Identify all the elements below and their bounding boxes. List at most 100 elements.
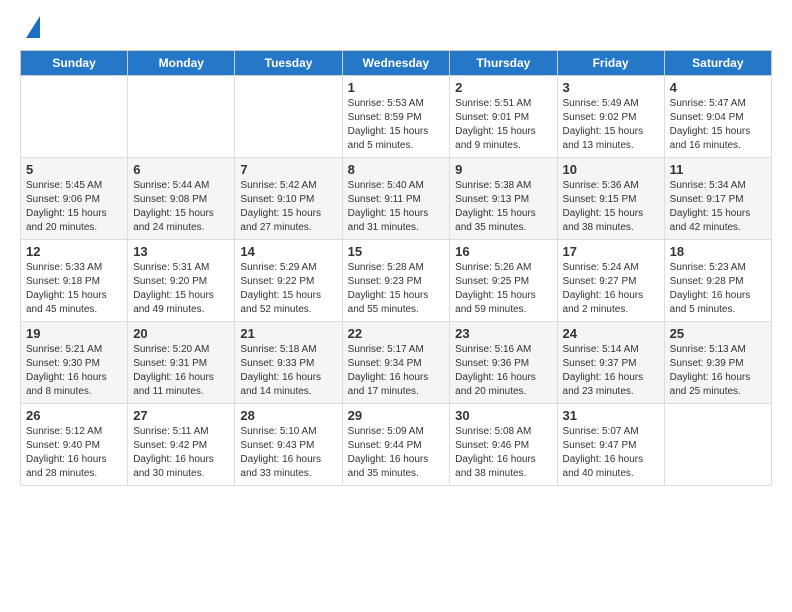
day-number: 13 [133,244,229,259]
calendar-day-cell: 12 Sunrise: 5:33 AM Sunset: 9:18 PM Dayli… [21,240,128,322]
calendar-day-cell: 11Sunrise: 5:34 AM Sunset: 9:17 PM Dayli… [664,158,771,240]
day-number: 14 [240,244,336,259]
calendar-day-cell [235,76,342,158]
day-of-week-header: Saturday [664,51,771,76]
day-info: Sunrise: 5:20 AM Sunset: 9:31 PM Dayligh… [133,343,229,399]
day-number: 7 [240,162,336,177]
calendar-day-cell: 17 Sunrise: 5:24 AM Sunset: 9:27 PM Dayli… [557,240,664,322]
day-of-week-header: Thursday [450,51,557,76]
day-number: 8 [348,162,445,177]
calendar-week-row: 19 Sunrise: 5:21 AM Sunset: 9:30 PM Dayli… [21,322,772,404]
day-number: 15 [348,244,445,259]
day-number: 27 [133,408,229,423]
day-info: Sunrise: 5:21 AM Sunset: 9:30 PM Dayligh… [26,343,122,399]
day-info: Sunrise: 5:47 AM Sunset: 9:04 PM Dayligh… [670,97,766,153]
day-info: Sunrise: 5:12 AM Sunset: 9:40 PM Dayligh… [26,425,122,481]
calendar-day-cell: 15 Sunrise: 5:28 AM Sunset: 9:23 PM Dayli… [342,240,450,322]
calendar-day-cell: 7 Sunrise: 5:42 AM Sunset: 9:10 PM Daylig… [235,158,342,240]
calendar-day-cell: 9 Sunrise: 5:38 AM Sunset: 9:13 PM Daylig… [450,158,557,240]
day-number: 21 [240,326,336,341]
day-number: 31 [563,408,659,423]
calendar-day-cell: 8 Sunrise: 5:40 AM Sunset: 9:11 PM Daylig… [342,158,450,240]
day-info: Sunrise: 5:40 AM Sunset: 9:11 PM Dayligh… [348,179,445,235]
day-number: 28 [240,408,336,423]
calendar-day-cell [21,76,128,158]
day-number: 26 [26,408,122,423]
calendar-day-cell [128,76,235,158]
calendar-day-cell: 30 Sunrise: 5:08 AM Sunset: 9:46 PM Dayli… [450,404,557,486]
day-info: Sunrise: 5:28 AM Sunset: 9:23 PM Dayligh… [348,261,445,317]
day-number: 24 [563,326,659,341]
day-info: Sunrise: 5:23 AM Sunset: 9:28 PM Dayligh… [670,261,766,317]
calendar-day-cell: 4 Sunrise: 5:47 AM Sunset: 9:04 PM Daylig… [664,76,771,158]
day-number: 25 [670,326,766,341]
calendar-day-cell: 13 Sunrise: 5:31 AM Sunset: 9:20 PM Dayli… [128,240,235,322]
day-info: Sunrise: 5:53 AM Sunset: 8:59 PM Dayligh… [348,97,445,153]
day-number: 6 [133,162,229,177]
day-info: Sunrise: 5:11 AM Sunset: 9:42 PM Dayligh… [133,425,229,481]
calendar-day-cell [664,404,771,486]
day-info: Sunrise: 5:09 AM Sunset: 9:44 PM Dayligh… [348,425,445,481]
day-number: 9 [455,162,551,177]
calendar-day-cell: 29 Sunrise: 5:09 AM Sunset: 9:44 PM Dayli… [342,404,450,486]
day-info: Sunrise: 5:42 AM Sunset: 9:10 PM Dayligh… [240,179,336,235]
day-number: 12 [26,244,122,259]
day-info: Sunrise: 5:44 AM Sunset: 9:08 PM Dayligh… [133,179,229,235]
calendar-day-cell: 28 Sunrise: 5:10 AM Sunset: 9:43 PM Dayli… [235,404,342,486]
day-of-week-header: Wednesday [342,51,450,76]
day-number: 16 [455,244,551,259]
calendar-day-cell: 1 Sunrise: 5:53 AM Sunset: 8:59 PM Daylig… [342,76,450,158]
day-info: Sunrise: 5:51 AM Sunset: 9:01 PM Dayligh… [455,97,551,153]
logo [20,16,40,38]
calendar-week-row: 5 Sunrise: 5:45 AM Sunset: 9:06 PM Daylig… [21,158,772,240]
day-info: Sunrise: 5:45 AM Sunset: 9:06 PM Dayligh… [26,179,122,235]
logo-triangle-icon [26,16,40,38]
calendar-day-cell: 27 Sunrise: 5:11 AM Sunset: 9:42 PM Dayli… [128,404,235,486]
day-info: Sunrise: 5:34 AM Sunset: 9:17 PM Dayligh… [670,179,766,235]
day-number: 20 [133,326,229,341]
day-info: Sunrise: 5:29 AM Sunset: 9:22 PM Dayligh… [240,261,336,317]
day-info: Sunrise: 5:49 AM Sunset: 9:02 PM Dayligh… [563,97,659,153]
calendar-day-cell: 31 Sunrise: 5:07 AM Sunset: 9:47 PM Dayli… [557,404,664,486]
day-number: 17 [563,244,659,259]
day-info: Sunrise: 5:08 AM Sunset: 9:46 PM Dayligh… [455,425,551,481]
day-number: 10 [563,162,659,177]
day-number: 23 [455,326,551,341]
calendar-day-cell: 3Sunrise: 5:49 AM Sunset: 9:02 PM Daylig… [557,76,664,158]
calendar-day-cell: 21 Sunrise: 5:18 AM Sunset: 9:33 PM Dayli… [235,322,342,404]
day-of-week-header: Friday [557,51,664,76]
day-number: 30 [455,408,551,423]
day-of-week-header: Sunday [21,51,128,76]
header [20,16,772,38]
day-number: 19 [26,326,122,341]
calendar-table: SundayMondayTuesdayWednesdayThursdayFrid… [20,50,772,486]
day-info: Sunrise: 5:31 AM Sunset: 9:20 PM Dayligh… [133,261,229,317]
day-info: Sunrise: 5:16 AM Sunset: 9:36 PM Dayligh… [455,343,551,399]
day-info: Sunrise: 5:10 AM Sunset: 9:43 PM Dayligh… [240,425,336,481]
day-number: 1 [348,80,445,95]
day-info: Sunrise: 5:36 AM Sunset: 9:15 PM Dayligh… [563,179,659,235]
day-info: Sunrise: 5:33 AM Sunset: 9:18 PM Dayligh… [26,261,122,317]
day-info: Sunrise: 5:17 AM Sunset: 9:34 PM Dayligh… [348,343,445,399]
day-number: 4 [670,80,766,95]
day-info: Sunrise: 5:14 AM Sunset: 9:37 PM Dayligh… [563,343,659,399]
day-info: Sunrise: 5:13 AM Sunset: 9:39 PM Dayligh… [670,343,766,399]
calendar-day-cell: 2Sunrise: 5:51 AM Sunset: 9:01 PM Daylig… [450,76,557,158]
day-number: 22 [348,326,445,341]
calendar-day-cell: 10 Sunrise: 5:36 AM Sunset: 9:15 PM Dayli… [557,158,664,240]
day-info: Sunrise: 5:24 AM Sunset: 9:27 PM Dayligh… [563,261,659,317]
calendar-day-cell: 22 Sunrise: 5:17 AM Sunset: 9:34 PM Dayli… [342,322,450,404]
calendar-day-cell: 26 Sunrise: 5:12 AM Sunset: 9:40 PM Dayli… [21,404,128,486]
calendar-day-cell: 23 Sunrise: 5:16 AM Sunset: 9:36 PM Dayli… [450,322,557,404]
calendar-header-row: SundayMondayTuesdayWednesdayThursdayFrid… [21,51,772,76]
day-number: 29 [348,408,445,423]
calendar-day-cell: 25 Sunrise: 5:13 AM Sunset: 9:39 PM Dayli… [664,322,771,404]
calendar-week-row: 26 Sunrise: 5:12 AM Sunset: 9:40 PM Dayli… [21,404,772,486]
day-info: Sunrise: 5:38 AM Sunset: 9:13 PM Dayligh… [455,179,551,235]
calendar-day-cell: 16Sunrise: 5:26 AM Sunset: 9:25 PM Dayli… [450,240,557,322]
day-info: Sunrise: 5:18 AM Sunset: 9:33 PM Dayligh… [240,343,336,399]
day-info: Sunrise: 5:07 AM Sunset: 9:47 PM Dayligh… [563,425,659,481]
day-of-week-header: Tuesday [235,51,342,76]
calendar-week-row: 12 Sunrise: 5:33 AM Sunset: 9:18 PM Dayli… [21,240,772,322]
day-number: 5 [26,162,122,177]
